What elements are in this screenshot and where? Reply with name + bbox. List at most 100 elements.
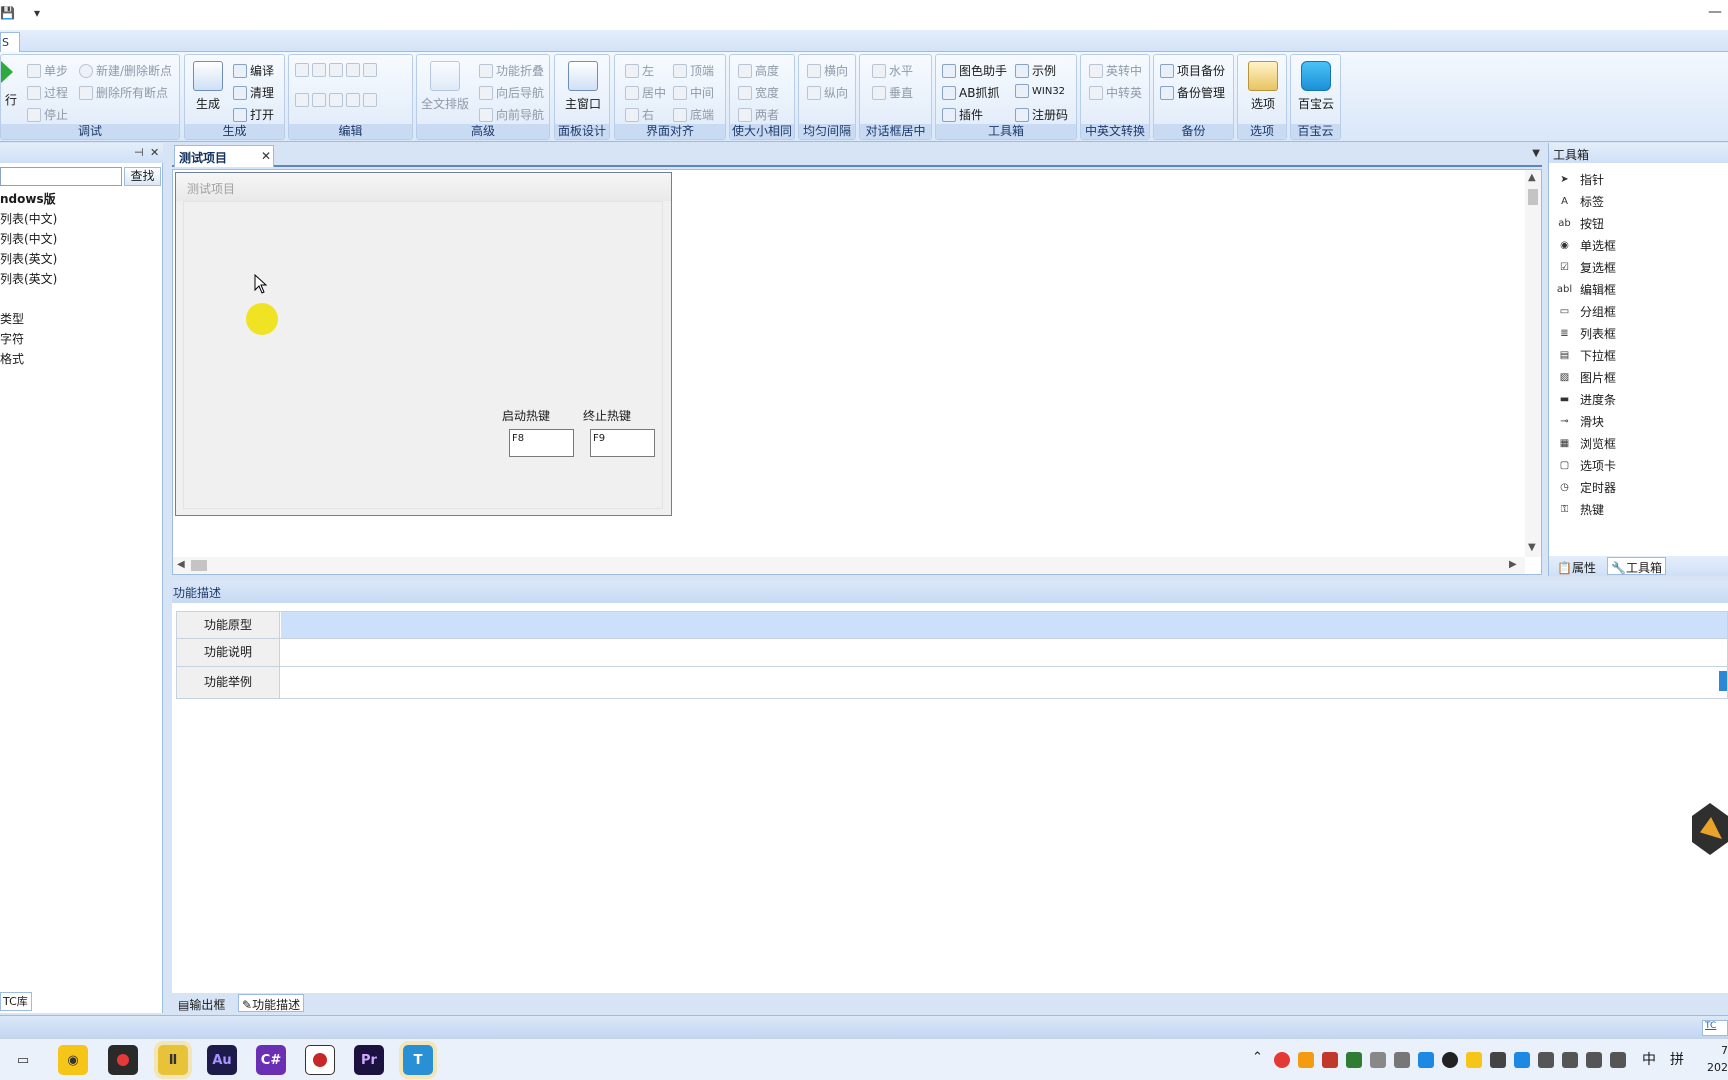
full-layout-button[interactable]: 全文排版 bbox=[421, 61, 469, 112]
row-value[interactable] bbox=[281, 667, 1727, 698]
run-button[interactable]: 行 bbox=[1, 61, 21, 108]
close-tab-icon[interactable]: ✕ bbox=[261, 149, 271, 163]
center-vertical-button[interactable]: 垂直 bbox=[872, 84, 913, 101]
toolbox-item[interactable]: ▭ 分组框 bbox=[1557, 303, 1616, 320]
regcode-button[interactable]: 注册码 bbox=[1015, 106, 1068, 123]
nav-back-button[interactable]: 向后导航 bbox=[479, 84, 544, 101]
ab-grab-button[interactable]: AB抓抓 bbox=[942, 84, 999, 101]
tab-properties[interactable]: 📋属性 bbox=[1553, 557, 1600, 575]
status-link[interactable]: TC bbox=[1702, 1020, 1728, 1036]
tree-item[interactable]: 列表(英文) bbox=[0, 270, 57, 287]
same-both-button[interactable]: 两者 bbox=[738, 106, 779, 123]
toolbox-item[interactable]: ➤ 指针 bbox=[1557, 171, 1604, 188]
align-bottom-button[interactable]: 底端 bbox=[673, 106, 714, 123]
ime-indicator[interactable]: 中 bbox=[1642, 1049, 1656, 1069]
generate-button[interactable]: 生成 bbox=[191, 61, 225, 112]
usb-icon[interactable] bbox=[1586, 1052, 1602, 1068]
space-vertical-button[interactable]: 纵向 bbox=[807, 84, 848, 101]
input-layout-indicator[interactable]: 拼 bbox=[1670, 1049, 1684, 1069]
tray-record-icon[interactable] bbox=[1274, 1052, 1290, 1068]
clean-button[interactable]: 清理 bbox=[233, 84, 274, 101]
floating-app-icon[interactable] bbox=[1692, 803, 1728, 855]
cn-to-en-button[interactable]: 中转英 bbox=[1089, 84, 1142, 101]
nvidia-icon[interactable] bbox=[1346, 1052, 1362, 1068]
select-all-icon[interactable] bbox=[363, 63, 377, 77]
paste-icon[interactable] bbox=[329, 63, 343, 77]
toolbox-item[interactable]: ◉ 单选框 bbox=[1557, 237, 1616, 254]
start-hotkey-field[interactable]: F8 bbox=[509, 429, 574, 457]
tc-editor-icon[interactable]: T bbox=[403, 1045, 433, 1075]
scroll-up-icon[interactable]: ▲ bbox=[1528, 172, 1536, 183]
align-center-button[interactable]: 居中 bbox=[625, 84, 666, 101]
tc-app-icon[interactable]: Ⅱ bbox=[158, 1045, 188, 1075]
open-button[interactable]: 打开 bbox=[233, 106, 274, 123]
tab-list-dropdown-icon[interactable]: ▼ bbox=[1532, 148, 1540, 159]
tab-function-desc[interactable]: ✎功能描述 bbox=[238, 994, 305, 1012]
delete-icon[interactable] bbox=[346, 63, 360, 77]
center-horizontal-button[interactable]: 水平 bbox=[872, 62, 913, 79]
indent-icon[interactable] bbox=[346, 93, 360, 107]
compile-button[interactable]: 编译 bbox=[233, 62, 274, 79]
space-horizontal-button[interactable]: 横向 bbox=[807, 62, 848, 79]
search-input[interactable] bbox=[0, 167, 122, 186]
toolbox-item[interactable]: A 标签 bbox=[1557, 193, 1604, 210]
obs-icon[interactable] bbox=[305, 1045, 335, 1075]
plugin-button[interactable]: 插件 bbox=[942, 106, 983, 123]
tab-output[interactable]: ▤输出框 bbox=[174, 994, 229, 1012]
toolbox-item[interactable]: ▬ 进度条 bbox=[1557, 391, 1616, 408]
project-backup-button[interactable]: 项目备份 bbox=[1160, 62, 1225, 79]
tray-app-icon[interactable] bbox=[1466, 1052, 1482, 1068]
tray-app-icon[interactable] bbox=[1298, 1052, 1314, 1068]
color-helper-button[interactable]: 图色助手 bbox=[942, 62, 1007, 79]
main-window-button[interactable]: 主窗口 bbox=[561, 61, 605, 112]
scroll-down-icon[interactable]: ▼ bbox=[1528, 542, 1536, 553]
form-client-area[interactable]: 启动热键 终止热键 F8 F9 bbox=[183, 201, 663, 509]
en-to-cn-button[interactable]: 英转中 bbox=[1089, 62, 1142, 79]
ribbon-tab-active[interactable]: S bbox=[0, 32, 20, 52]
tree-item[interactable]: ndows版 bbox=[0, 190, 56, 207]
tab-toolbox[interactable]: 🔧工具箱 bbox=[1607, 557, 1666, 575]
tree-item[interactable]: 字符 bbox=[0, 330, 24, 347]
tc-library-tab[interactable]: TC库 bbox=[0, 992, 32, 1011]
app-icon-1[interactable]: ◉ bbox=[58, 1045, 88, 1075]
tray-app-icon[interactable] bbox=[1418, 1052, 1434, 1068]
vertical-scrollbar[interactable]: ▲ ▼ bbox=[1525, 170, 1541, 557]
microphone-icon[interactable] bbox=[1490, 1052, 1506, 1068]
backup-manager-button[interactable]: 备份管理 bbox=[1160, 84, 1225, 101]
toolbox-item[interactable]: ◷ 定时器 bbox=[1557, 479, 1616, 496]
new-breakpoint-button[interactable]: 新建/删除断点 bbox=[79, 62, 172, 79]
toolbox-item[interactable]: ⚿ 热键 bbox=[1557, 501, 1604, 518]
align-top-button[interactable]: 顶端 bbox=[673, 62, 714, 79]
undo-icon[interactable] bbox=[295, 93, 309, 107]
horizontal-scrollbar[interactable]: ◀ ▶ bbox=[173, 557, 1525, 574]
delete-breakpoints-button[interactable]: 删除所有断点 bbox=[79, 84, 168, 101]
copy-icon[interactable] bbox=[312, 63, 326, 77]
row-value[interactable] bbox=[281, 612, 1727, 638]
bluetooth-icon[interactable] bbox=[1514, 1052, 1530, 1068]
win32-button[interactable]: WIN32 bbox=[1015, 84, 1065, 98]
quick-access-dropdown[interactable]: ▾ bbox=[34, 6, 40, 20]
table-row[interactable]: 功能说明 bbox=[176, 639, 1728, 667]
toolbox-item[interactable]: ▦ 浏览框 bbox=[1557, 435, 1616, 452]
scroll-left-icon[interactable]: ◀ bbox=[177, 559, 185, 570]
fold-button[interactable]: 功能折叠 bbox=[479, 62, 544, 79]
toolbox-item[interactable]: ▤ 下拉框 bbox=[1557, 347, 1616, 364]
tree-item[interactable]: 格式 bbox=[0, 350, 24, 367]
tray-app-icon[interactable] bbox=[1370, 1052, 1386, 1068]
designed-form[interactable]: 测试项目 启动热键 终止热键 F8 F9 bbox=[175, 172, 672, 516]
toolbox-item[interactable]: ☑ 复选框 bbox=[1557, 259, 1616, 276]
tray-app-icon[interactable] bbox=[1394, 1052, 1410, 1068]
audition-icon[interactable]: Au bbox=[207, 1045, 237, 1075]
tree-item[interactable]: 类型 bbox=[0, 310, 24, 327]
close-icon[interactable]: ✕ bbox=[150, 146, 159, 159]
tray-app-icon[interactable] bbox=[1322, 1052, 1338, 1068]
stop-hotkey-field[interactable]: F9 bbox=[590, 429, 655, 457]
tree-item[interactable]: 列表(中文) bbox=[0, 230, 57, 247]
tray-expand-icon[interactable]: ⌃ bbox=[1252, 1050, 1263, 1065]
task-view-icon[interactable]: ▭ bbox=[8, 1045, 38, 1075]
minimize-button[interactable]: — bbox=[1708, 4, 1722, 20]
table-row[interactable]: 功能原型 bbox=[176, 611, 1728, 639]
comment-icon[interactable] bbox=[363, 93, 377, 107]
example-button[interactable]: 示例 bbox=[1015, 62, 1056, 79]
pin-icon[interactable]: ⊣ bbox=[134, 146, 144, 159]
